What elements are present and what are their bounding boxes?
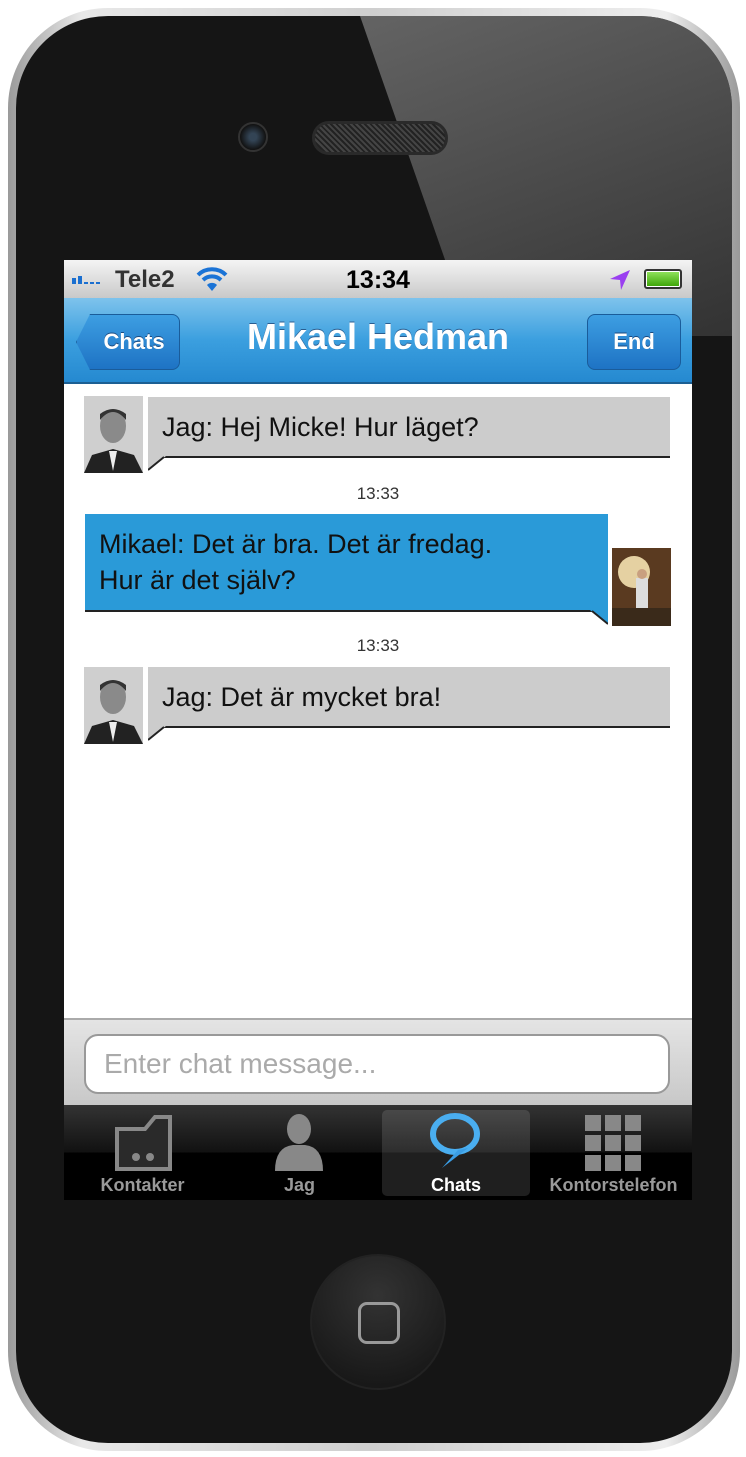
contacts-folder-icon [115,1115,172,1171]
tab-jag[interactable]: Jag [221,1105,378,1200]
message-input-bar [64,1018,692,1105]
front-camera [238,122,268,152]
tab-label: Kontorstelefon [549,1175,678,1195]
end-button[interactable]: End [587,314,681,370]
message-bubble-incoming: Mikael: Det är bra. Det är fredag. Hur ä… [85,514,608,612]
clock: 13:34 [346,266,410,294]
tab-kontorstelefon[interactable]: Kontorstelefon [535,1105,692,1200]
tab-chats[interactable]: Chats [382,1110,530,1196]
earpiece-speaker [312,121,448,155]
message-text-line: Hur är det själv? [99,565,296,595]
contact-avatar [612,548,671,626]
tab-label: Jag [283,1175,316,1195]
message-text: Jag: Hej Micke! Hur läget? [162,411,479,442]
chat-bubble-icon [430,1113,480,1168]
bubble-tail [148,456,166,471]
chat-message-input[interactable] [84,1034,670,1094]
location-arrow-icon [610,270,630,290]
message-bubble-outgoing: Jag: Hej Micke! Hur läget? [148,397,670,458]
battery-icon [644,269,682,289]
status-bar: Tele2 13:34 [64,260,692,298]
bubble-tail [590,610,608,625]
avatar [84,396,143,473]
home-button[interactable] [310,1254,446,1390]
avatar [84,667,143,744]
back-button[interactable]: Chats [76,314,180,370]
home-square-icon [358,1302,400,1344]
message-text: Jag: Det är mycket bra! [162,681,442,712]
tab-label: Chats [430,1175,481,1195]
navigation-bar: Chats Mikael Hedman End [64,298,692,384]
screen: Tele2 13:34 Chats Mikael Hedman End Jag:… [64,260,692,1200]
keypad-grid-icon [585,1115,641,1171]
tab-label: Kontakter [100,1175,185,1195]
message-text-line: Mikael: Det är bra. Det är fredag. [99,529,493,559]
tab-kontakter[interactable]: Kontakter [64,1105,221,1200]
page-title: Mikael Hedman [246,316,510,357]
person-icon [275,1114,323,1171]
bubble-tail [148,726,166,741]
message-timestamp: 13:33 [356,484,400,503]
message-bubble-outgoing: Jag: Det är mycket bra! [148,667,670,728]
tab-bar: Kontakter Jag Chats Kontorstelefon [64,1105,692,1200]
message-timestamp: 13:33 [356,636,400,655]
